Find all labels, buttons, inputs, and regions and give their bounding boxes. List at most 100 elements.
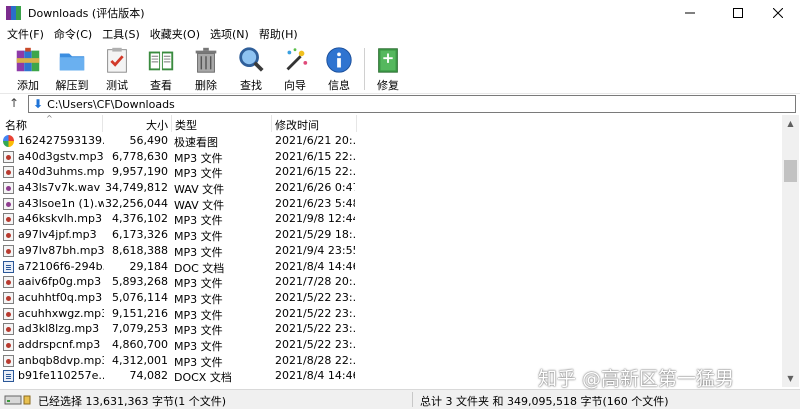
scroll-up-arrow-icon[interactable]: ▲ (782, 115, 799, 132)
file-size: 7,079,253 (112, 322, 168, 336)
column-divider[interactable] (271, 115, 272, 132)
view-label: 查看 (150, 79, 172, 92)
drive-icon (4, 395, 31, 405)
file-name: a43lsoe1n (1).w... (18, 196, 104, 210)
file-type: MP3 文件 (174, 355, 223, 369)
info-label: 信息 (328, 79, 350, 92)
file-name: a97lv4jpf.mp3 (18, 228, 97, 242)
menu-bar: 文件(F) 命令(C) 工具(S) 收藏夹(O) 选项(N) 帮助(H) (0, 25, 800, 42)
file-name: acuhhtf0q.mp3 (18, 290, 103, 304)
file-modified: 2021/5/22 23:... (275, 290, 355, 304)
file-row[interactable]: a46kskvlh.mp3 4,376,102 MP3 文件 2021/9/8 12:… (0, 211, 782, 227)
file-row[interactable]: 162427593139... 56,490 极速看图 2021/6/21 20:..… (0, 133, 782, 149)
repair-button[interactable]: 修复 (367, 45, 409, 93)
info-button[interactable]: 信息 (318, 45, 360, 93)
delete-trash-icon (195, 47, 217, 73)
status-bar: 已经选择 13,631,363 字节(1 个文件) 总计 3 文件夹 和 349… (0, 389, 800, 409)
mp3-file-icon (3, 244, 14, 257)
file-row[interactable]: acuhhxwgz.mp3 9,151,216 MP3 文件 2021/5/22 23… (0, 306, 782, 322)
file-row[interactable]: addrspcnf.mp3 4,860,700 MP3 文件 2021/5/22 23… (0, 337, 782, 353)
test-label: 测试 (106, 79, 128, 92)
vertical-scrollbar[interactable]: ▲ ▼ (782, 115, 799, 387)
test-button[interactable]: 测试 (96, 45, 138, 93)
file-row[interactable]: a72106f6-294b... 29,184 DOC 文档 2021/8/4 14:… (0, 259, 782, 275)
column-name[interactable]: 名称 (5, 117, 27, 133)
menu-favorites[interactable]: 收藏夹(O) (145, 26, 205, 42)
find-button[interactable]: 查找 (230, 45, 272, 93)
file-name: a40d3uhms.mp3 (18, 165, 104, 179)
add-button[interactable]: 添加 (7, 45, 49, 93)
column-type[interactable]: 类型 (175, 117, 197, 133)
delete-button[interactable]: 删除 (185, 45, 227, 93)
file-name: 162427593139... (18, 134, 104, 147)
file-row[interactable]: a97lv87bh.mp3 8,618,388 MP3 文件 2021/9/4 23:… (0, 243, 782, 259)
file-name: a72106f6-294b... (18, 259, 104, 273)
file-size: 29,184 (129, 259, 169, 273)
column-size[interactable]: 大小 (146, 117, 168, 133)
file-row[interactable]: a43lsoe1n (1).w...32,256,044 WAV 文件 2021/6… (0, 196, 782, 212)
menu-commands[interactable]: 命令(C) (49, 26, 97, 42)
file-type: MP3 文件 (174, 167, 223, 181)
file-size: 9,957,190 (112, 165, 168, 179)
file-size: 74,082 (129, 369, 169, 383)
file-name: anbqb8dvp.mp3 (18, 353, 104, 367)
file-modified: 2021/6/15 22:... (275, 149, 355, 163)
window-title: Downloads (评估版本) (28, 6, 145, 20)
address-bar: ↑ ⬇ C:\Users\CF\Downloads (0, 94, 800, 114)
close-button[interactable] (756, 0, 800, 25)
file-row[interactable]: aaiv6fp0g.mp3 5,893,268 MP3 文件 2021/7/28 20… (0, 274, 782, 290)
selection-status: 已经选择 13,631,363 字节(1 个文件) (38, 395, 227, 408)
file-row[interactable]: a40d3gstv.mp3 6,778,630 MP3 文件 2021/6/15 22… (0, 149, 782, 165)
test-clipboard-icon (107, 47, 127, 73)
file-rows: 162427593139... 56,490 极速看图 2021/6/21 20:..… (0, 133, 782, 384)
up-arrow-icon[interactable]: ↑ (6, 96, 22, 112)
file-row[interactable]: acuhhtf0q.mp3 5,076,114 MP3 文件 2021/5/22 23… (0, 290, 782, 306)
column-header: 名称 ^ 大小 类型 修改时间 (0, 114, 800, 133)
find-label: 查找 (240, 79, 262, 92)
mp3-file-icon (3, 338, 14, 351)
info-icon (326, 47, 352, 73)
view-book-icon (148, 51, 174, 71)
path-field[interactable]: ⬇ C:\Users\CF\Downloads (28, 95, 796, 113)
file-modified: 2021/8/4 14:46 (275, 369, 355, 383)
extract-to-button[interactable]: 解压到 (51, 45, 93, 93)
file-row[interactable]: a43ls7v7k.wav 34,749,812 WAV 文件 2021/6/26 0… (0, 180, 782, 196)
mp3-file-icon (3, 276, 14, 289)
scroll-down-arrow-icon[interactable]: ▼ (782, 370, 799, 387)
file-modified: 2021/6/26 0:47 (275, 181, 355, 195)
column-divider[interactable] (102, 115, 103, 132)
file-name: a43ls7v7k.wav (18, 181, 101, 195)
minimize-button[interactable] (668, 0, 712, 25)
menu-file[interactable]: 文件(F) (2, 26, 49, 42)
maximize-icon (733, 7, 743, 18)
file-row[interactable]: a40d3uhms.mp3 9,957,190 MP3 文件 2021/6/15 22… (0, 164, 782, 180)
file-row[interactable]: a97lv4jpf.mp3 6,173,326 MP3 文件 2021/5/29 18… (0, 227, 782, 243)
file-row[interactable]: ad3kl8lzg.mp3 7,079,253 MP3 文件 2021/5/22 23… (0, 321, 782, 337)
file-type: MP3 文件 (174, 292, 223, 306)
file-size: 9,151,216 (112, 306, 168, 320)
file-type: DOC 文档 (174, 261, 225, 275)
view-button[interactable]: 查看 (140, 45, 182, 93)
mp3-file-icon (3, 166, 14, 179)
wizard-button[interactable]: 向导 (274, 45, 316, 93)
maximize-button[interactable] (716, 0, 760, 25)
minimize-icon (685, 12, 695, 13)
menu-tools[interactable]: 工具(S) (97, 26, 145, 42)
wav-file-icon (3, 182, 14, 195)
toolbar: 添加 解压到 测试 查看 删除 查找 向导 信息 修复 (0, 42, 800, 94)
menu-help[interactable]: 帮助(H) (254, 26, 303, 42)
mp3-file-icon (3, 323, 14, 336)
close-icon (773, 7, 783, 18)
toolbar-separator (364, 48, 365, 90)
menu-options[interactable]: 选项(N) (205, 26, 254, 42)
column-divider[interactable] (171, 115, 172, 132)
column-divider[interactable] (356, 115, 357, 132)
file-list: 名称 ^ 大小 类型 修改时间 162427593139... 56,490 极速看… (0, 114, 800, 387)
scroll-thumb[interactable] (784, 160, 797, 182)
file-modified: 2021/6/23 5:48 (275, 196, 355, 210)
mp3-file-icon (3, 307, 14, 320)
mp3-file-icon (3, 150, 14, 163)
mp3-file-icon (3, 291, 14, 304)
file-size: 56,490 (129, 134, 169, 147)
column-modified[interactable]: 修改时间 (275, 117, 319, 133)
